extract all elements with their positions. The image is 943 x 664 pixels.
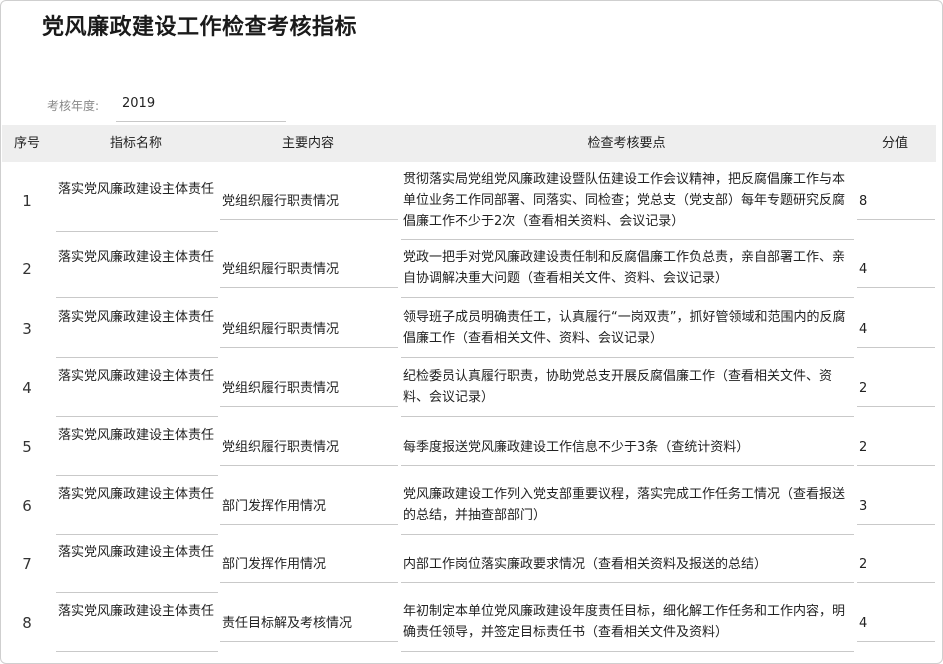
page-title: 党风廉政建设工作检查考核指标 bbox=[42, 15, 358, 40]
assessment-year-label: 考核年度: bbox=[47, 99, 100, 113]
indicator-page: 党风廉政建设工作检查考核指标 考核年度: 2019 序号 指标名称 主要内容 检… bbox=[0, 0, 943, 664]
row-seq: 5 bbox=[22, 438, 32, 456]
header-check-points: 检查考核要点 bbox=[587, 136, 666, 151]
row-score: 2 bbox=[857, 378, 935, 407]
row-indicator-name: 落实党风廉政建设主体责任 bbox=[56, 601, 218, 652]
row-seq: 6 bbox=[22, 497, 32, 515]
row-main-content: 党组织履行职责情况 bbox=[220, 259, 398, 288]
row-indicator-name: 落实党风廉政建设主体责任 bbox=[56, 425, 218, 476]
assessment-year-value[interactable]: 2019 bbox=[122, 96, 155, 111]
assessment-year-underline bbox=[116, 121, 286, 122]
row-check-points: 年初制定本单位党风廉政建设年度责任目标，细化解工作任务和工作内容，明确责任领导，… bbox=[401, 601, 854, 652]
row-check-points: 党政一把手对党风廉政建设责任制和反腐倡廉工作负总责，亲自部署工作、亲自协调解决重… bbox=[401, 247, 854, 298]
header-indicator-name: 指标名称 bbox=[109, 136, 162, 151]
row-seq: 7 bbox=[22, 555, 32, 573]
row-main-content: 党组织履行职责情况 bbox=[220, 437, 398, 466]
table-row: 5 落实党风廉政建设主体责任 党组织履行职责情况 每季度报送党风廉政建设工作信息… bbox=[2, 425, 936, 477]
row-main-content: 党组织履行职责情况 bbox=[220, 191, 398, 220]
row-seq: 3 bbox=[22, 320, 32, 338]
row-indicator-name: 落实党风廉政建设主体责任 bbox=[56, 179, 218, 232]
row-seq: 4 bbox=[22, 379, 32, 397]
table-row: 6 落实党风廉政建设主体责任 部门发挥作用情况 党风廉政建设工作列入党支部重要议… bbox=[2, 484, 936, 536]
table-row: 3 落实党风廉政建设主体责任 党组织履行职责情况 领导班子成员明确责任工，认真履… bbox=[2, 307, 936, 359]
row-seq: 8 bbox=[22, 614, 32, 632]
row-main-content: 党组织履行职责情况 bbox=[220, 378, 398, 407]
row-score: 2 bbox=[857, 554, 935, 583]
row-score: 8 bbox=[857, 191, 935, 220]
row-main-content: 部门发挥作用情况 bbox=[220, 554, 398, 583]
row-check-points: 内部工作岗位落实廉政要求情况（查看相关资料及报送的总结） bbox=[401, 554, 854, 583]
row-indicator-name: 落实党风廉政建设主体责任 bbox=[56, 307, 218, 358]
row-indicator-name: 落实党风廉政建设主体责任 bbox=[56, 542, 218, 593]
row-seq: 2 bbox=[22, 260, 32, 278]
row-check-points: 领导班子成员明确责任工，认真履行“一岗双责”，抓好管领域和范围内的反腐倡廉工作（… bbox=[401, 307, 854, 358]
row-check-points: 每季度报送党风廉政建设工作信息不少于3条（查统计资料） bbox=[401, 437, 854, 466]
row-main-content: 党组织履行职责情况 bbox=[220, 319, 398, 348]
header-score: 分值 bbox=[881, 136, 908, 151]
row-check-points: 党风廉政建设工作列入党支部重要议程，落实完成工作任务工情况（查看报送的总结，并抽… bbox=[401, 484, 854, 535]
table-row: 1 落实党风廉政建设主体责任 党组织履行职责情况 贯彻落实局党组党风廉政建设暨队… bbox=[2, 169, 936, 241]
row-indicator-name: 落实党风廉政建设主体责任 bbox=[56, 247, 218, 298]
table-header: 序号 指标名称 主要内容 检查考核要点 分值 bbox=[2, 125, 936, 162]
header-main-content: 主要内容 bbox=[281, 136, 334, 151]
table-row: 2 落实党风廉政建设主体责任 党组织履行职责情况 党政一把手对党风廉政建设责任制… bbox=[2, 247, 936, 299]
table-row: 8 落实党风廉政建设主体责任 责任目标解及考核情况 年初制定本单位党风廉政建设年… bbox=[2, 601, 936, 653]
row-indicator-name: 落实党风廉政建设主体责任 bbox=[56, 366, 218, 417]
row-score: 3 bbox=[857, 496, 935, 525]
row-check-points: 纪检委员认真履行职责，协助党总支开展反腐倡廉工作（查看相关文件、资料、会议记录） bbox=[401, 366, 854, 417]
table-row: 7 落实党风廉政建设主体责任 部门发挥作用情况 内部工作岗位落实廉政要求情况（查… bbox=[2, 542, 936, 594]
header-seq: 序号 bbox=[13, 136, 40, 151]
row-indicator-name: 落实党风廉政建设主体责任 bbox=[56, 484, 218, 535]
row-seq: 1 bbox=[22, 192, 32, 210]
assessment-year-field: 考核年度: 2019 bbox=[47, 95, 287, 122]
row-score: 4 bbox=[857, 319, 935, 348]
row-score: 4 bbox=[857, 259, 935, 288]
row-score: 4 bbox=[857, 613, 935, 642]
row-score: 2 bbox=[857, 437, 935, 466]
row-check-points: 贯彻落实局党组党风廉政建设暨队伍建设工作会议精神，把反腐倡廉工作与本单位业务工作… bbox=[401, 169, 854, 240]
table-row: 4 落实党风廉政建设主体责任 党组织履行职责情况 纪检委员认真履行职责，协助党总… bbox=[2, 366, 936, 418]
row-main-content: 责任目标解及考核情况 bbox=[220, 613, 398, 642]
row-main-content: 部门发挥作用情况 bbox=[220, 496, 398, 525]
